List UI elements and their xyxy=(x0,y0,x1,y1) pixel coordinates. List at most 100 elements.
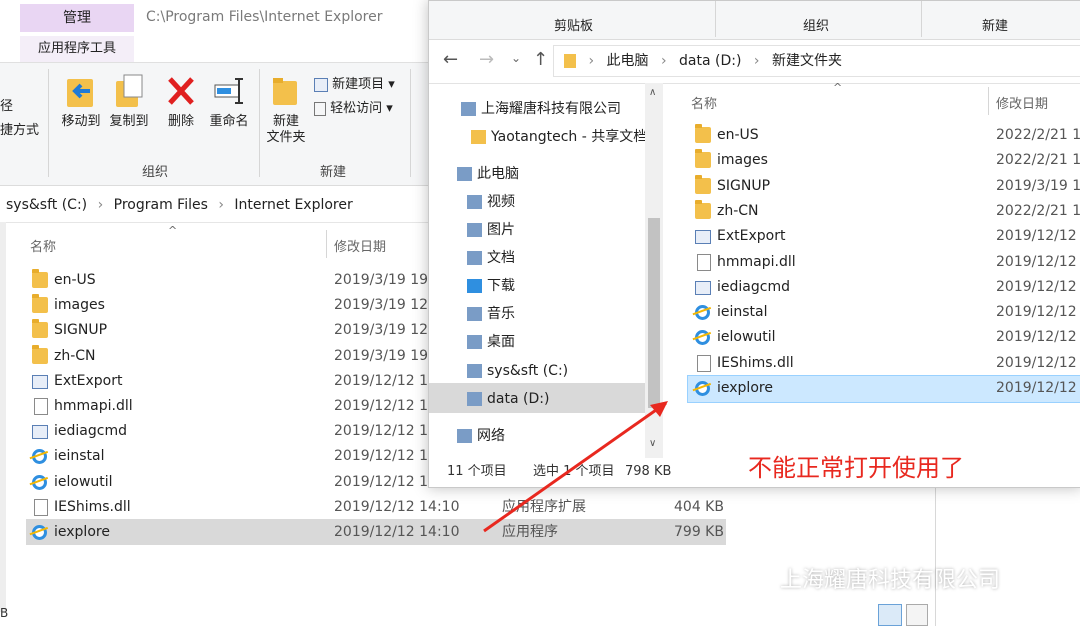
forward-arrow-icon[interactable]: → xyxy=(479,49,494,70)
dll-file-icon xyxy=(697,253,711,271)
nav-item-label: 此电脑 xyxy=(477,166,519,182)
breadcrumb-internet-explorer[interactable]: Internet Explorer xyxy=(234,197,352,213)
new-folder-button[interactable]: 新建 文件夹 xyxy=(262,71,310,146)
easy-access-button[interactable]: 轻松访问 ▾ xyxy=(314,97,393,116)
column-header-date[interactable]: 修改日期 xyxy=(334,236,386,255)
file-date: 2019/12/12 xyxy=(996,380,1077,396)
file-date: 2019/3/19 1 xyxy=(996,177,1080,194)
file-row[interactable]: ieinstal 2019/12/12 xyxy=(695,300,1077,324)
nav-item[interactable]: 桌面 xyxy=(429,328,644,356)
recent-locations-chevron-icon[interactable]: ⌄ xyxy=(511,51,521,65)
file-date: 2019/12/12 14:10 xyxy=(334,498,460,515)
new-item-icon xyxy=(314,77,328,92)
file-date: 2019/12/12 14: xyxy=(334,398,442,414)
nav-item-label: 视频 xyxy=(487,194,515,210)
group-label-clipboard: 剪贴板 xyxy=(554,19,594,34)
ie-icon xyxy=(695,305,710,321)
watermark-text: 上海耀唐科技有限公司 xyxy=(780,568,1001,593)
nav-item-label: 下载 xyxy=(487,278,515,294)
ie-icon xyxy=(695,330,710,346)
file-row[interactable]: iediagcmd 2019/12/12 xyxy=(695,275,1077,299)
breadcrumb-data-d[interactable]: data (D:) xyxy=(679,53,741,69)
exe-icon xyxy=(695,280,711,295)
folder-icon xyxy=(695,199,711,219)
nav-item[interactable]: sys&sft (C:) xyxy=(429,357,644,385)
breadcrumb-this-pc[interactable]: 此电脑 xyxy=(607,53,649,69)
file-row[interactable]: ExtExport 2019/12/12 xyxy=(695,224,1077,248)
ribbon-cut-label-1[interactable]: 径 xyxy=(0,99,13,115)
annotation-text: 不能正常打开使用了 xyxy=(748,454,964,482)
file-name: IEShims.dll xyxy=(54,498,131,515)
nav-item[interactable]: 上海耀唐科技有限公司 xyxy=(429,95,644,123)
rename-button[interactable]: 重命名 xyxy=(204,71,254,130)
column-header-name[interactable]: 名称 xyxy=(30,236,56,255)
folder-icon xyxy=(695,124,711,143)
file-row[interactable]: ielowutil 2019/12/12 xyxy=(695,325,1077,349)
column-header-name[interactable]: 名称 xyxy=(691,93,717,112)
new-folder-icon xyxy=(273,78,297,105)
nav-item[interactable]: 音乐 xyxy=(429,300,644,328)
back-arrow-icon[interactable]: ← xyxy=(443,49,458,70)
sort-arrow-icon: ^ xyxy=(833,81,843,94)
file-date: 2019/12/12 xyxy=(996,278,1077,295)
documents-icon xyxy=(467,251,482,265)
nav-item-label: sys&sft (C:) xyxy=(487,363,569,379)
video-icon xyxy=(467,195,482,209)
move-to-button[interactable]: 移动到 xyxy=(56,71,106,130)
nav-item[interactable]: 视频 xyxy=(429,188,644,216)
file-row[interactable]: SIGNUP 2019/3/19 1 xyxy=(695,174,1080,198)
file-date: 2019/12/12 14:10 xyxy=(334,524,460,540)
ribbon-cut-label-2[interactable]: 捷方式 xyxy=(0,123,39,139)
file-date: 2019/12/12 xyxy=(996,329,1077,346)
copy-to-icon xyxy=(116,74,143,107)
file-date: 2019/3/19 12: xyxy=(334,322,433,339)
file-row[interactable]: en-US 2022/2/21 1 xyxy=(695,123,1080,147)
file-row[interactable]: images 2022/2/21 1 xyxy=(695,148,1080,172)
file-row[interactable]: IEShims.dll 2019/12/12 xyxy=(697,351,1077,375)
file-date: 2019/12/12 14: xyxy=(334,473,442,490)
manage-tab[interactable]: 管理 xyxy=(20,4,134,32)
rename-icon xyxy=(214,78,243,104)
ie-icon xyxy=(32,525,47,540)
file-name: en-US xyxy=(54,272,96,288)
new-item-button[interactable]: 新建项目 ▾ xyxy=(314,73,395,92)
exe-icon xyxy=(32,374,48,389)
nav-item[interactable]: Yaotangtech - 共享文档 xyxy=(429,123,647,151)
dll-file-icon xyxy=(34,498,48,516)
delete-x-icon xyxy=(168,77,194,105)
front-address-bar[interactable]: › 此电脑 › data (D:) › 新建文件夹 xyxy=(553,45,1080,77)
nav-item[interactable]: 此电脑 xyxy=(429,160,644,188)
file-name: ExtExport xyxy=(54,372,123,389)
network-icon xyxy=(457,429,472,443)
nav-item[interactable]: 图片 xyxy=(429,216,644,244)
delete-button[interactable]: 删除 xyxy=(160,71,202,130)
nav-item[interactable]: 文档 xyxy=(429,244,644,272)
large-icons-view-icon[interactable] xyxy=(906,604,928,626)
file-date: 2019/3/19 19: xyxy=(334,347,433,364)
file-name: zh-CN xyxy=(717,202,759,219)
details-view-icon[interactable] xyxy=(878,604,902,626)
file-row[interactable]: zh-CN 2022/2/21 1 xyxy=(695,199,1080,223)
breadcrumb-c-drive[interactable]: sys&sft (C:) xyxy=(6,197,87,213)
nav-item[interactable]: 下载 xyxy=(429,272,644,300)
nav-item-label: 上海耀唐科技有限公司 xyxy=(481,101,621,117)
file-row[interactable]: hmmapi.dll 2019/12/12 xyxy=(697,250,1077,274)
new-folder-label-1: 新建 xyxy=(272,114,299,129)
back-nav-scrollbar[interactable] xyxy=(0,222,6,612)
app-tools-tab[interactable]: 应用程序工具 xyxy=(20,36,134,64)
file-row[interactable]: iexplore 2019/12/12 xyxy=(695,376,1077,400)
up-arrow-icon[interactable]: ↑ xyxy=(533,49,548,70)
window-title-path: C:\Program Files\Internet Explorer xyxy=(146,9,383,25)
breadcrumb-program-files[interactable]: Program Files xyxy=(114,197,208,213)
file-name: iexplore xyxy=(54,524,110,540)
file-date: 2019/12/12 14: xyxy=(334,423,442,440)
scrollbar-thumb[interactable] xyxy=(648,218,660,408)
breadcrumb-new-folder[interactable]: 新建文件夹 xyxy=(772,53,842,69)
file-date: 2019/12/12 14: xyxy=(334,448,442,465)
file-name: IEShims.dll xyxy=(717,354,794,371)
copy-to-button[interactable]: 复制到 xyxy=(104,71,154,130)
scroll-up-icon[interactable]: ∧ xyxy=(649,87,656,98)
column-header-date[interactable]: 修改日期 xyxy=(996,93,1048,112)
file-name: zh-CN xyxy=(54,347,96,364)
front-navigation-bar: ← → ⌄ ↑ › 此电脑 › data (D:) › 新建文件夹 xyxy=(429,39,1080,84)
